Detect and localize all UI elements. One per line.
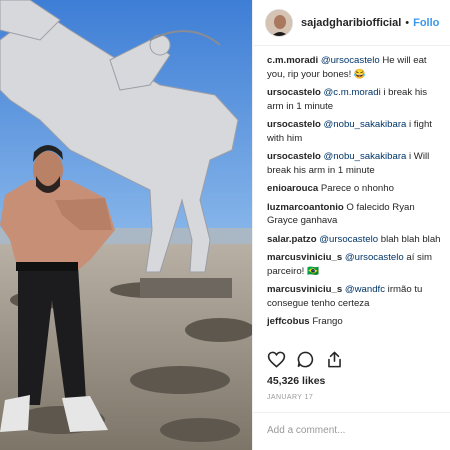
comment-username[interactable]: enioarouca <box>267 183 318 194</box>
comment-mention[interactable]: @c.m.moradi <box>324 87 381 98</box>
comment-mention[interactable]: @ursocastelo <box>319 234 378 245</box>
follow-button[interactable]: Follo <box>413 17 439 29</box>
like-count[interactable]: 45,326 likes <box>267 375 325 387</box>
action-bar <box>267 350 344 369</box>
comment-item: enioarouca Parece o nhonho <box>267 182 441 196</box>
post-details-panel: sajadgharibiofficial • Follo c.m.moradi … <box>252 0 450 450</box>
comment-username[interactable]: marcusviniciu_s <box>267 284 342 295</box>
comment-item: marcusviniciu_s @ursocastelo aí sim parc… <box>267 251 441 278</box>
comment-item: luzmarcoantonio O falecido Ryan Grayce g… <box>267 201 441 228</box>
comment-item: marcusviniciu_s @wandfc irmão tu consegu… <box>267 283 441 310</box>
comment-username[interactable]: ursocastelo <box>267 151 321 162</box>
heart-icon[interactable] <box>267 350 286 369</box>
comment-item: jeffcobus Frango <box>267 315 441 329</box>
comment-mention[interactable]: @wandfc <box>345 284 385 295</box>
post-date: JANUARY 17 <box>267 394 314 401</box>
separator-dot: • <box>405 16 410 29</box>
post-username[interactable]: sajadgharibiofficial <box>301 17 401 29</box>
comment-item: c.m.moradi @ursocastelo He will eat you,… <box>267 54 441 81</box>
share-icon[interactable] <box>325 350 344 369</box>
comment-username[interactable]: jeffcobus <box>267 316 310 327</box>
comment-text: Parece o nhonho <box>318 183 394 194</box>
comment-mention[interactable]: @nobu_sakakibara <box>324 151 407 162</box>
comment-item: ursocastelo @c.m.moradi i break his arm … <box>267 86 441 113</box>
comment-item: ursocastelo @nobu_sakakibara i Will brea… <box>267 150 441 177</box>
comment-username[interactable]: ursocastelo <box>267 119 321 130</box>
comment-username[interactable]: luzmarcoantonio <box>267 202 344 213</box>
comment-username[interactable]: marcusviniciu_s <box>267 252 342 263</box>
comment-username[interactable]: salar.patzo <box>267 234 317 245</box>
post-photo[interactable] <box>0 0 252 450</box>
comment-mention[interactable]: @ursocastelo <box>321 55 380 66</box>
post-header: sajadgharibiofficial • Follo <box>253 0 450 46</box>
add-comment-input[interactable]: Add a comment... <box>253 412 450 450</box>
comment-icon[interactable] <box>296 350 315 369</box>
comment-mention[interactable]: @nobu_sakakibara <box>324 119 407 130</box>
avatar[interactable] <box>265 8 293 37</box>
comment-list[interactable]: c.m.moradi @ursocastelo He will eat you,… <box>253 46 450 342</box>
comment-mention[interactable]: @ursocastelo <box>345 252 404 263</box>
comment-item: ursocastelo @nobu_sakakibara i fight wit… <box>267 118 441 145</box>
comment-text: blah blah blah <box>378 233 441 245</box>
comment-username[interactable]: ursocastelo <box>267 87 321 98</box>
comment-text: Frango <box>309 316 343 327</box>
comment-item: salar.patzo @ursocastelo blah blah blah <box>267 233 441 247</box>
comment-username[interactable]: c.m.moradi <box>267 55 318 66</box>
